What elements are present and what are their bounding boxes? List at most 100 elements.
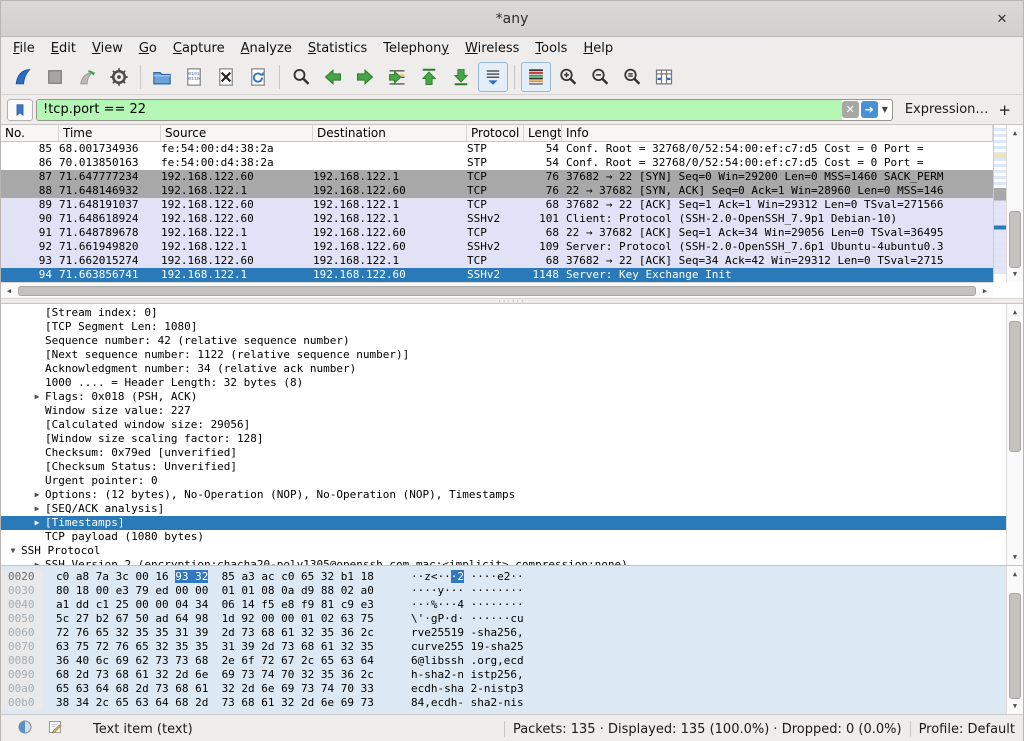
hex-row-0020[interactable]: 0020c0 a8 7a 3c 00 16 93 32 85 a3 ac c0 … <box>1 570 1006 584</box>
expand-icon[interactable]: ▶ <box>29 558 45 565</box>
detail-line[interactable]: Urgent pointer: 0 <box>1 474 1006 488</box>
filter-clear-icon[interactable]: ✕ <box>842 101 859 118</box>
colorize-button[interactable] <box>521 62 551 92</box>
close-file-button[interactable] <box>211 62 241 92</box>
filter-history-dropdown-icon[interactable]: ▼ <box>880 105 892 114</box>
go-back-button[interactable] <box>318 62 348 92</box>
detail-line[interactable]: [Window size scaling factor: 128] <box>1 432 1006 446</box>
menu-go[interactable]: Go <box>131 39 165 58</box>
start-capture-button[interactable] <box>8 62 38 92</box>
hex-ascii[interactable]: rve25519 -sha256, <box>385 626 524 640</box>
add-filter-button[interactable]: + <box>998 101 1011 119</box>
expand-icon[interactable]: ▶ <box>29 516 45 530</box>
packet-row-87[interactable]: 8771.647777234192.168.122.60192.168.122.… <box>1 170 993 184</box>
vscroll-thumb[interactable] <box>1009 211 1021 268</box>
detail-line[interactable]: Checksum: 0x79ed [unverified] <box>1 446 1006 460</box>
hex-ascii[interactable]: 6@libssh .org,ecd <box>385 654 524 668</box>
go-first-button[interactable] <box>414 62 444 92</box>
hex-bytes[interactable]: 72 76 65 32 35 35 31 39 2d 73 68 61 32 3… <box>43 626 385 640</box>
hex-row-0070[interactable]: 007063 75 72 76 65 32 35 35 31 39 2d 73 … <box>1 640 1006 654</box>
profile-status[interactable]: Profile: Default <box>919 722 1015 737</box>
hex-bytes[interactable]: 63 75 72 76 65 32 35 35 31 39 2d 73 68 6… <box>43 640 385 654</box>
menu-analyze[interactable]: Analyze <box>233 39 300 58</box>
detail-line[interactable]: [TCP Segment Len: 1080] <box>1 320 1006 334</box>
filter-apply-icon[interactable]: ➜ <box>861 101 878 118</box>
hex-row-0060[interactable]: 006072 76 65 32 35 35 31 39 2d 73 68 61 … <box>1 626 1006 640</box>
detail-vscrollbar[interactable]: ▲ ▼ <box>1006 304 1023 565</box>
expand-icon[interactable]: ▶ <box>29 390 45 404</box>
reload-file-button[interactable] <box>243 62 273 92</box>
detail-line[interactable]: 1000 .... = Header Length: 32 bytes (8) <box>1 376 1006 390</box>
packet-row-91[interactable]: 9171.648789678192.168.122.1192.168.122.6… <box>1 226 993 240</box>
detail-line[interactable]: ▶Options: (12 bytes), No-Operation (NOP)… <box>1 488 1006 502</box>
packet-row-94[interactable]: 9471.663856741192.168.122.1192.168.122.6… <box>1 268 993 282</box>
packet-row-85[interactable]: 8568.001734936fe:54:00:d4:38:2aSTP54Conf… <box>1 142 993 156</box>
packet-row-86[interactable]: 8670.013850163fe:54:00:d4:38:2aSTP54Conf… <box>1 156 993 170</box>
find-packet-button[interactable] <box>286 62 316 92</box>
detail-line[interactable]: Window size value: 227 <box>1 404 1006 418</box>
packet-row-93[interactable]: 9371.662015274192.168.122.60192.168.122.… <box>1 254 993 268</box>
hex-bytes[interactable]: 68 2d 73 68 61 32 2d 6e 69 73 74 70 32 3… <box>43 668 385 682</box>
zoom-in-button[interactable] <box>553 62 583 92</box>
detail-line[interactable]: Acknowledgment number: 34 (relative ack … <box>1 362 1006 376</box>
detail-line[interactable]: TCP payload (1080 bytes) <box>1 530 1006 544</box>
packet-row-88[interactable]: 8871.648146932192.168.122.1192.168.122.6… <box>1 184 993 198</box>
hex-ascii[interactable]: ···%···4 ········ <box>385 598 524 612</box>
hex-ascii[interactable]: h-sha2-n istp256, <box>385 668 524 682</box>
restart-capture-button[interactable] <box>72 62 102 92</box>
hex-row-0090[interactable]: 009068 2d 73 68 61 32 2d 6e 69 73 74 70 … <box>1 668 1006 682</box>
menu-file[interactable]: File <box>5 39 43 58</box>
scroll-down-icon[interactable]: ▼ <box>1007 550 1023 564</box>
detail-line[interactable]: [Stream index: 0] <box>1 306 1006 320</box>
hex-bytes[interactable]: a1 dd c1 25 00 00 04 34 06 14 f5 e8 f9 8… <box>43 598 385 612</box>
column-header-length[interactable]: Length <box>524 125 562 141</box>
hex-vscrollbar[interactable]: ▲ ▼ <box>1006 566 1023 714</box>
vscroll-thumb[interactable] <box>1009 321 1021 452</box>
scroll-up-icon[interactable]: ▲ <box>1007 567 1023 581</box>
detail-line[interactable]: [Next sequence number: 1122 (relative se… <box>1 348 1006 362</box>
detail-line[interactable]: ▶[Timestamps] <box>1 516 1006 530</box>
packet-row-90[interactable]: 9071.648618924192.168.122.60192.168.122.… <box>1 212 993 226</box>
packet-row-89[interactable]: 8971.648191037192.168.122.60192.168.122.… <box>1 198 993 212</box>
hex-ascii[interactable]: ··z<···2 ····e2·· <box>385 570 524 584</box>
vscroll-thumb[interactable] <box>1009 593 1021 700</box>
hex-row-00a0[interactable]: 00a065 63 64 68 2d 73 68 61 32 2d 6e 69 … <box>1 682 1006 696</box>
menu-capture[interactable]: Capture <box>165 39 233 58</box>
resize-columns-button[interactable] <box>649 62 679 92</box>
menu-wireless[interactable]: Wireless <box>457 39 527 58</box>
detail-line[interactable]: ▶[SEQ/ACK analysis] <box>1 502 1006 516</box>
expand-icon[interactable]: ▶ <box>29 488 45 502</box>
hex-ascii[interactable]: ····y··· ········ <box>385 584 524 598</box>
menu-help[interactable]: Help <box>575 39 621 58</box>
hex-ascii[interactable]: \'·gP·d· ······cu <box>385 612 524 626</box>
detail-line[interactable]: ▶SSH Version 2 (encryption:chacha20-poly… <box>1 558 1006 565</box>
display-filter-input[interactable]: !tcp.port == 22 <box>37 100 842 120</box>
hex-row-0080[interactable]: 008036 40 6c 69 62 73 73 68 2e 6f 72 67 … <box>1 654 1006 668</box>
zoom-out-button[interactable] <box>585 62 615 92</box>
scroll-right-icon[interactable]: ▶ <box>978 284 992 298</box>
zoom-original-button[interactable] <box>617 62 647 92</box>
menu-view[interactable]: View <box>84 39 131 58</box>
column-header-no[interactable]: No. <box>1 125 59 141</box>
detail-line[interactable]: ▶Flags: 0x018 (PSH, ACK) <box>1 390 1006 404</box>
menu-tools[interactable]: Tools <box>527 39 575 58</box>
go-to-packet-button[interactable] <box>382 62 412 92</box>
hex-bytes[interactable]: 36 40 6c 69 62 73 73 68 2e 6f 72 67 2c 6… <box>43 654 385 668</box>
menu-edit[interactable]: Edit <box>43 39 84 58</box>
stop-capture-button[interactable] <box>40 62 70 92</box>
detail-line[interactable]: [Checksum Status: Unverified] <box>1 460 1006 474</box>
packet-row-92[interactable]: 9271.661949820192.168.122.1192.168.122.6… <box>1 240 993 254</box>
open-file-button[interactable] <box>147 62 177 92</box>
hex-row-00b0[interactable]: 00b038 34 2c 65 63 64 68 2d 73 68 61 32 … <box>1 696 1006 710</box>
column-header-destination[interactable]: Destination <box>313 125 467 141</box>
capture-options-button[interactable] <box>104 62 134 92</box>
hex-row-0040[interactable]: 0040a1 dd c1 25 00 00 04 34 06 14 f5 e8 … <box>1 598 1006 612</box>
capture-comment-icon[interactable] <box>47 719 63 739</box>
close-icon[interactable]: ✕ <box>993 10 1011 28</box>
expression-button[interactable]: Expression… <box>905 102 989 117</box>
filter-bookmark-button[interactable] <box>7 99 33 121</box>
column-header-time[interactable]: Time <box>59 125 161 141</box>
detail-line[interactable]: ▼SSH Protocol <box>1 544 1006 558</box>
hex-ascii[interactable]: 84,ecdh- sha2-nis <box>385 696 524 710</box>
scroll-down-icon[interactable]: ▼ <box>1007 699 1023 713</box>
